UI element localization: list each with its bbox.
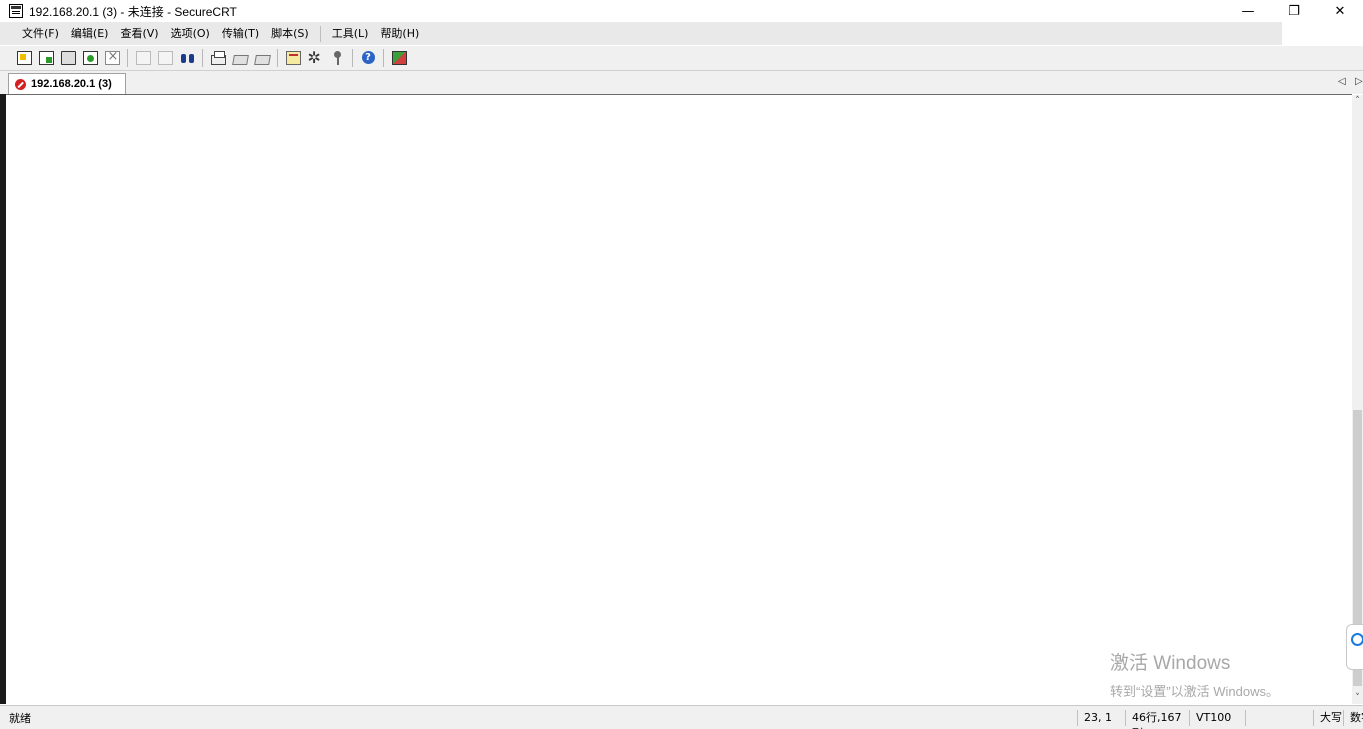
status-empty-cell [1245, 710, 1313, 726]
keymap-icon [330, 51, 345, 65]
paste-icon [157, 51, 173, 65]
quick-connect-icon [38, 51, 54, 65]
toolbar-separator [383, 49, 384, 67]
menu-script[interactable]: 脚本(S) [265, 22, 315, 45]
tab-session-label: 192.168.20.1 (3) [31, 78, 112, 90]
status-emulation: VT100 [1189, 710, 1245, 726]
remote-assist-icon [1351, 633, 1363, 646]
session-tab-bar: 192.168.20.1 (3) ◁ ▷ [0, 71, 1363, 94]
minimize-button[interactable]: — [1225, 0, 1271, 22]
status-bar: 就绪 23, 1 46行,167列 VT100 大写 数字 [0, 705, 1363, 729]
menu-help[interactable]: 帮助(H) [374, 22, 425, 45]
find-button[interactable] [177, 48, 197, 68]
securecrt-window: 192.168.20.1 (3) - 未连接 - SecureCRT — ❐ ✕… [0, 0, 1363, 729]
status-num-lock: 数字 [1343, 710, 1363, 726]
disconnect-icon [104, 49, 120, 65]
print-screen-button[interactable] [208, 48, 228, 68]
print-icon [253, 54, 271, 65]
tab-scroll-right-icon[interactable]: ▷ [1355, 76, 1363, 87]
menu-file[interactable]: 文件(F) [16, 22, 65, 45]
window-title: 192.168.20.1 (3) - 未连接 - SecureCRT [29, 4, 237, 19]
menu-edit[interactable]: 编辑(E) [65, 22, 115, 45]
print-selection-button[interactable] [230, 48, 250, 68]
help-button[interactable] [358, 48, 378, 68]
side-floating-widget[interactable] [1346, 624, 1363, 670]
scroll-down-icon[interactable]: ˅ [1352, 692, 1363, 704]
status-terminal-size: 46行,167列 [1125, 710, 1189, 729]
terminal-area[interactable] [6, 94, 1352, 705]
title-bar: 192.168.20.1 (3) - 未连接 - SecureCRT — ❐ ✕ [0, 0, 1363, 22]
print-screen-icon [210, 50, 226, 65]
connect-icon [16, 51, 32, 65]
disconnect-button[interactable] [102, 48, 122, 68]
activation-title: 激活 Windows [1110, 653, 1231, 674]
find-icon [180, 51, 195, 65]
copy-button[interactable] [133, 48, 153, 68]
print-button[interactable] [252, 48, 272, 68]
menu-view[interactable]: 查看(V) [114, 22, 164, 45]
menu-transfer[interactable]: 传输(T) [216, 22, 265, 45]
menu-separator [319, 25, 321, 42]
toolbar-separator [127, 49, 128, 67]
toolbar [0, 46, 1363, 71]
window-controls: — ❐ ✕ [1225, 0, 1363, 22]
global-options-button[interactable] [305, 48, 325, 68]
windows-activation-watermark: 激活 Windows 转到“设置”以激活 Windows。 [1110, 648, 1279, 700]
quick-connect-button[interactable] [36, 48, 56, 68]
global-options-icon [308, 48, 323, 67]
securecrt-terminal-icon[interactable] [9, 4, 23, 18]
status-ready: 就绪 [9, 712, 31, 725]
status-caps-lock: 大写 [1313, 710, 1343, 726]
keymap-button[interactable] [327, 48, 347, 68]
close-button[interactable]: ✕ [1317, 0, 1363, 22]
session-options-icon [285, 51, 301, 65]
connect-in-tab-button[interactable] [58, 48, 78, 68]
status-cursor-position: 23, 1 [1077, 710, 1125, 726]
terminal-scrollbar[interactable]: ˄ ˅ [1352, 95, 1363, 704]
tab-session[interactable]: 192.168.20.1 (3) [8, 73, 126, 94]
paste-button[interactable] [155, 48, 175, 68]
sftp-icon [391, 51, 407, 65]
activation-subtitle: 转到“设置”以激活 Windows。 [1110, 684, 1280, 699]
tab-scroll-left-icon[interactable]: ◁ [1338, 76, 1346, 87]
toolbar-separator [277, 49, 278, 67]
disconnected-status-icon [15, 78, 26, 90]
sftp-button[interactable] [389, 48, 409, 68]
toolbar-separator [352, 49, 353, 67]
menu-options[interactable]: 选项(O) [165, 22, 216, 45]
copy-icon [135, 51, 151, 65]
connect-in-tab-icon [60, 51, 76, 65]
reconnect-button[interactable] [80, 48, 100, 68]
toolbar-separator [202, 49, 203, 67]
print-selection-icon [231, 54, 249, 65]
connect-button[interactable] [14, 48, 34, 68]
restore-button[interactable]: ❐ [1271, 0, 1317, 22]
menu-bar: 文件(F) 编辑(E) 查看(V) 选项(O) 传输(T) 脚本(S) 工具(L… [0, 22, 1282, 45]
session-options-button[interactable] [283, 48, 303, 68]
scroll-up-icon[interactable]: ˄ [1352, 95, 1363, 107]
help-icon [361, 51, 376, 65]
menu-tools[interactable]: 工具(L) [326, 22, 375, 45]
reconnect-icon [82, 51, 98, 65]
